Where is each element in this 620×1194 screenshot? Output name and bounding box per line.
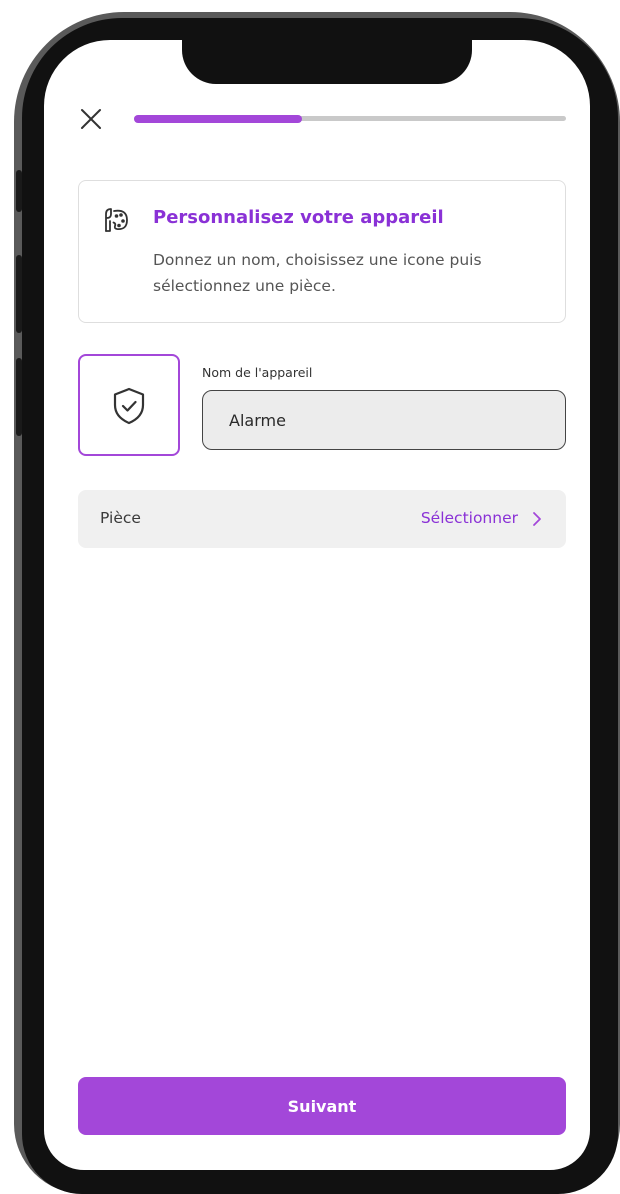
room-label: Pièce bbox=[100, 509, 141, 527]
side-button-volume-down bbox=[16, 358, 22, 436]
info-title: Personnalisez votre appareil bbox=[153, 207, 444, 228]
chevron-right-icon bbox=[533, 512, 541, 526]
device-name-input[interactable] bbox=[202, 390, 566, 450]
device-name-label: Nom de l'appareil bbox=[202, 365, 313, 380]
notch bbox=[182, 40, 472, 84]
shield-check-icon bbox=[113, 387, 145, 425]
room-select-link[interactable]: Sélectionner bbox=[421, 509, 518, 527]
room-selector-row[interactable]: Pièce Sélectionner bbox=[78, 490, 566, 548]
side-button-volume-up bbox=[16, 255, 22, 333]
progress-bar bbox=[134, 115, 566, 123]
info-description: Donnez un nom, choisissez une icone puis… bbox=[153, 251, 482, 295]
phone-screen: Personnalisez votre appareil Donnez un n… bbox=[44, 40, 590, 1170]
next-button[interactable]: Suivant bbox=[78, 1077, 566, 1135]
close-icon bbox=[81, 109, 101, 129]
close-button[interactable] bbox=[78, 106, 104, 132]
palette-icon bbox=[105, 208, 128, 232]
side-button-mute bbox=[16, 170, 22, 212]
progress-bar-fill bbox=[134, 115, 303, 123]
device-icon-picker[interactable] bbox=[78, 354, 180, 456]
info-card: Personnalisez votre appareil Donnez un n… bbox=[78, 180, 566, 323]
